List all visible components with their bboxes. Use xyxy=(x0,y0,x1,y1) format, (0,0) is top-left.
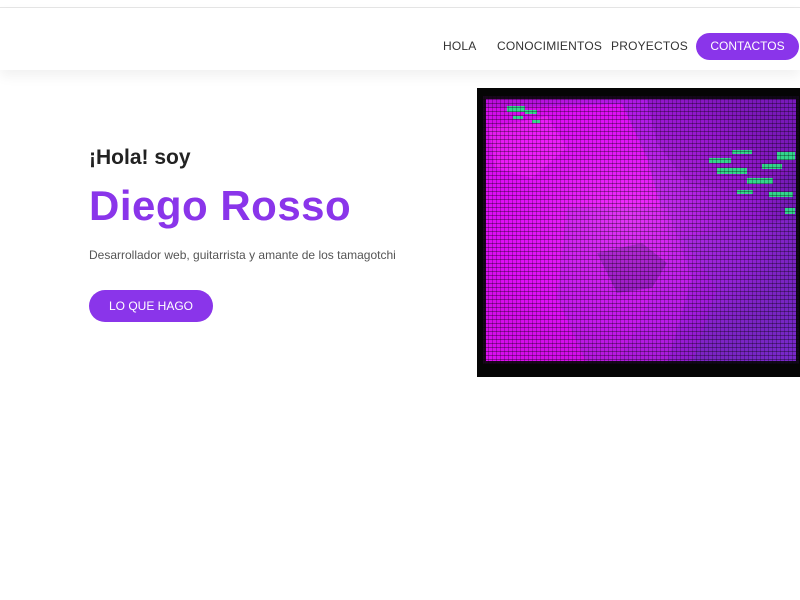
hero-description: Desarrollador web, guitarrista y amante … xyxy=(89,248,396,262)
site-header: HOLA CONOCIMIENTOS PROYECTOS CONTACTOS xyxy=(0,8,800,70)
lo-que-hago-button[interactable]: LO QUE HAGO xyxy=(89,290,213,322)
hero-kicker: ¡Hola! soy xyxy=(89,146,191,169)
contactos-button[interactable]: CONTACTOS xyxy=(696,33,799,60)
hero-name-title: Diego Rosso xyxy=(89,182,352,229)
nav-link-conocimientos[interactable]: CONOCIMIENTOS xyxy=(497,39,602,53)
nav-link-hola[interactable]: HOLA xyxy=(443,39,476,53)
nav-link-proyectos[interactable]: PROYECTOS xyxy=(611,39,688,53)
hero-portrait-image xyxy=(477,88,800,377)
